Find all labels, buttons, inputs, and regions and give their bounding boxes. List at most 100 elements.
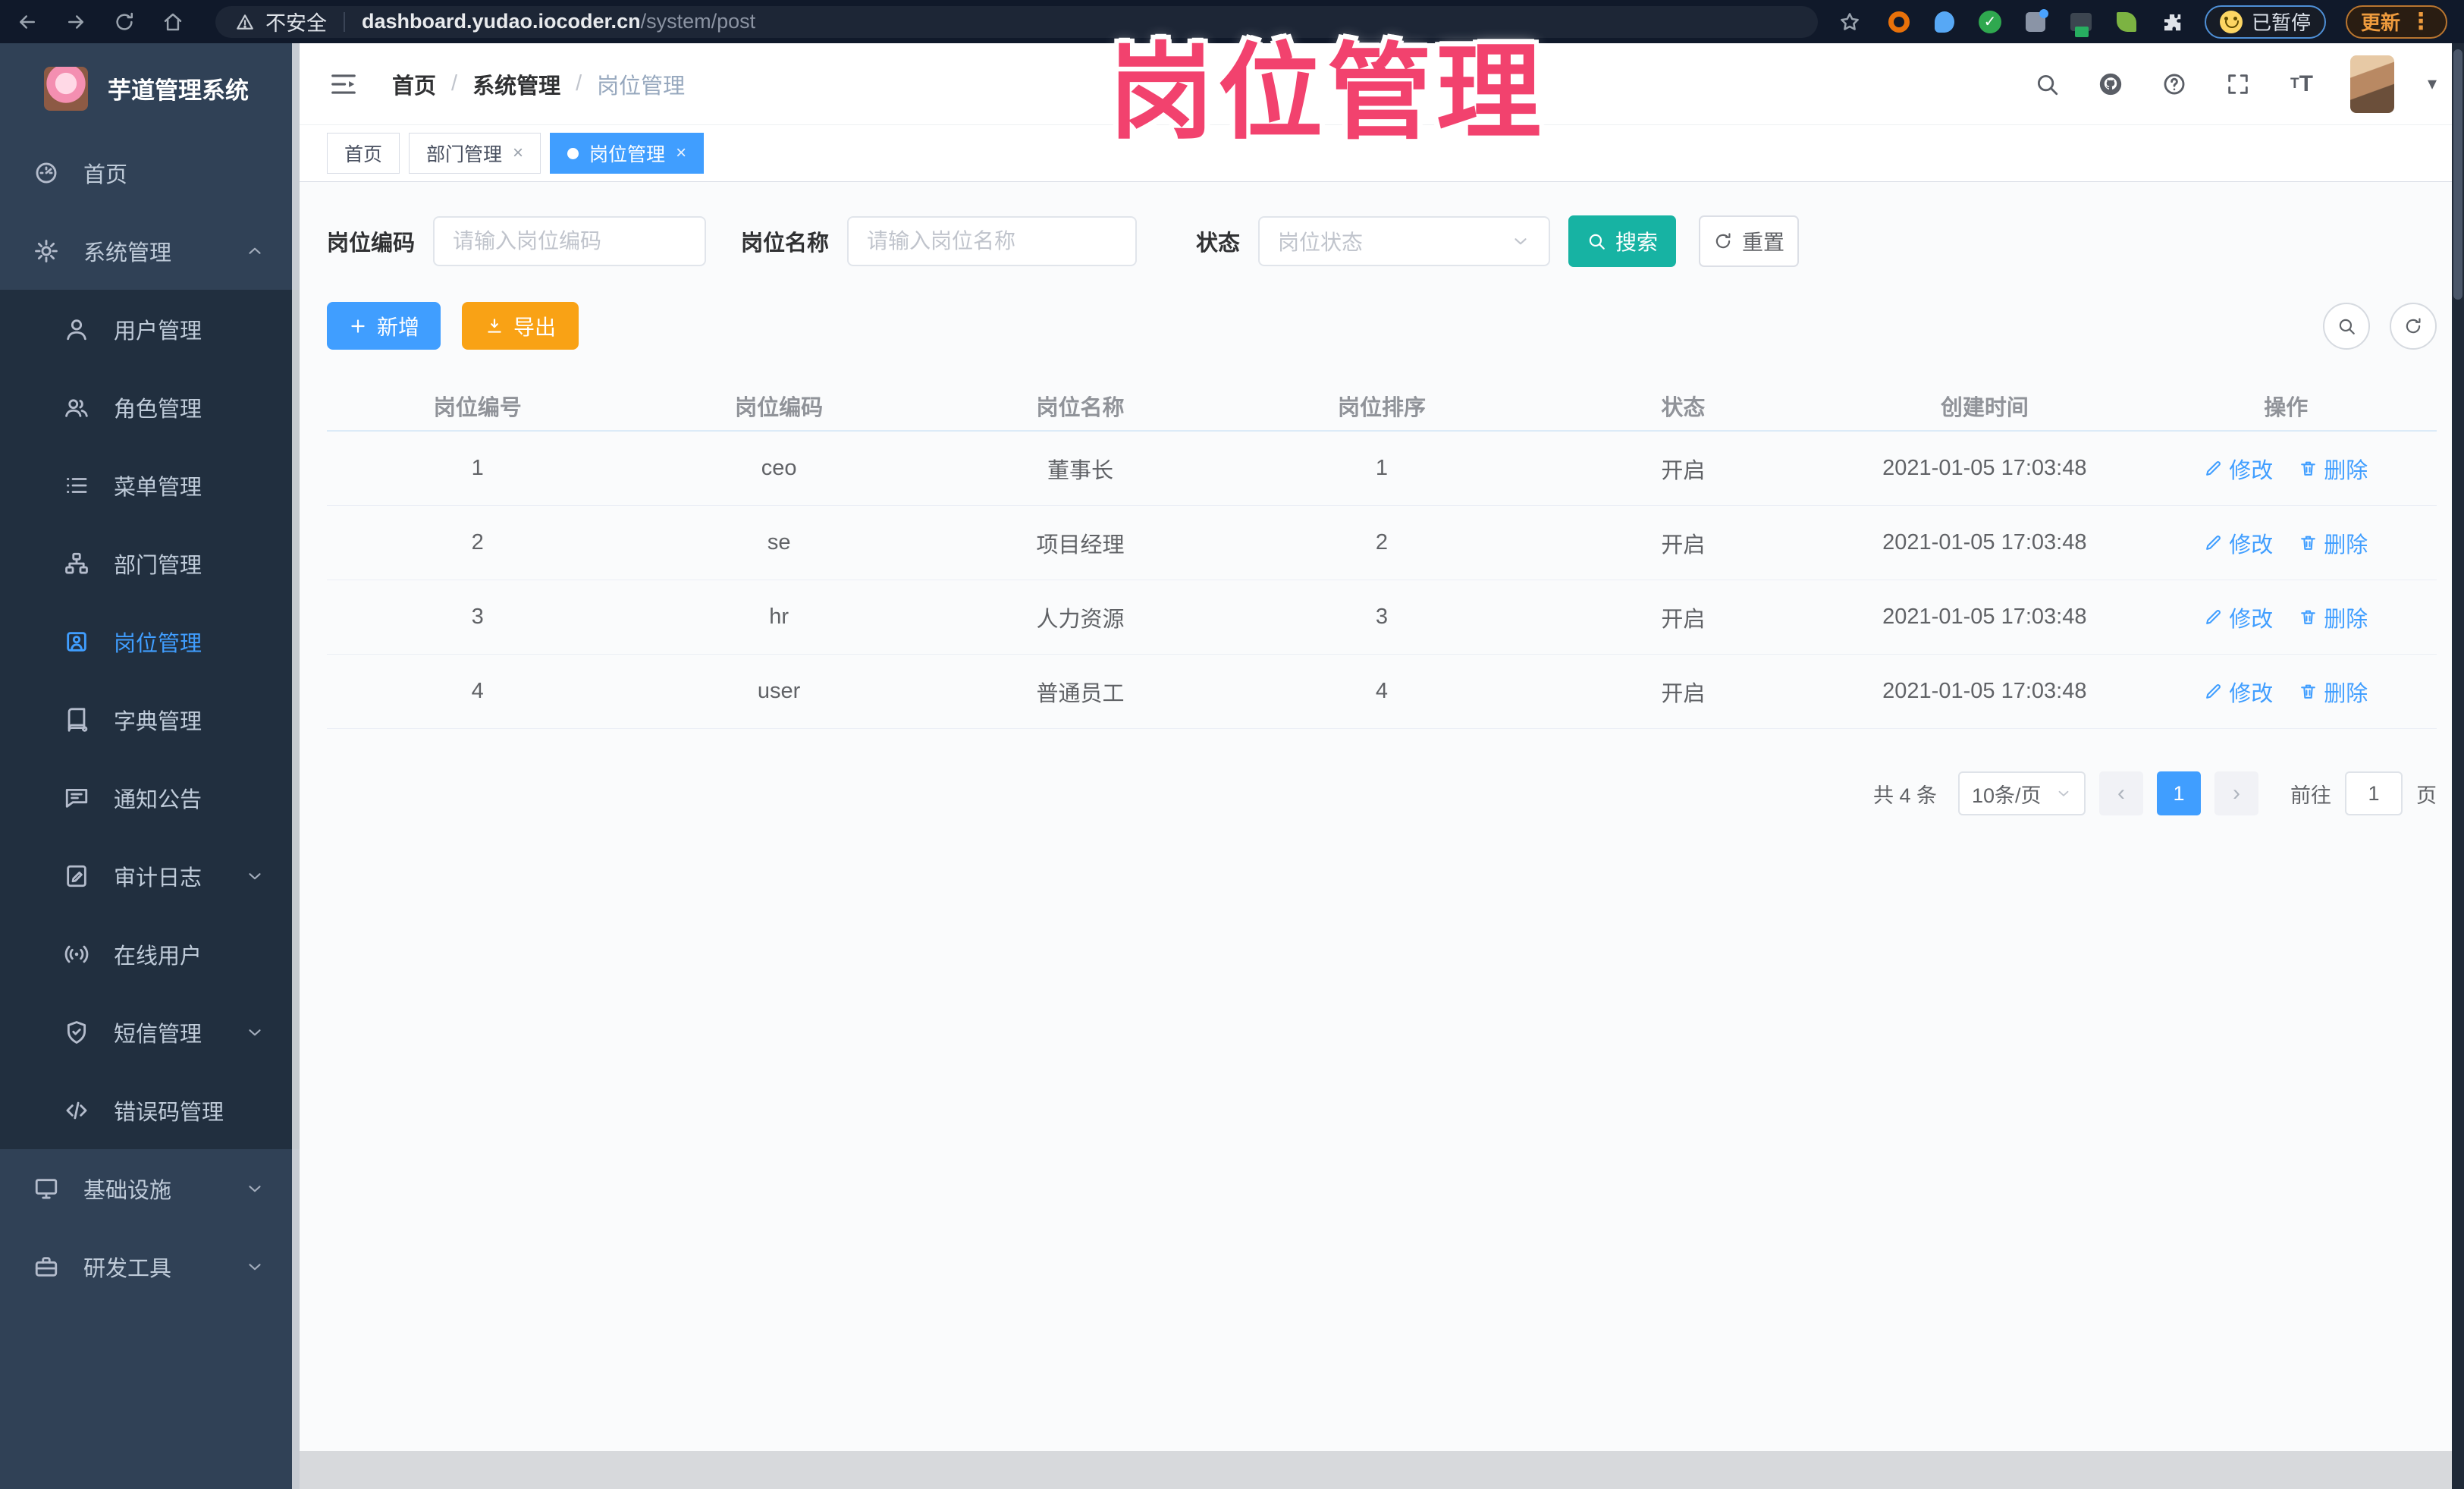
table-row: 4 user 普通员工 4 开启 2021-01-05 17:03:48 修改 删除 [327,655,2437,729]
watermark-title: 岗位管理 [1109,35,1546,152]
cell-created: 2021-01-05 17:03:48 [1882,456,2087,480]
paused-badge[interactable]: 已暂停 [2204,5,2326,39]
cell-created: 2021-01-05 17:03:48 [1882,530,2087,554]
edit-link[interactable]: 修改 [2204,602,2273,633]
sidebar-item-devtools[interactable]: 研发工具 [0,1227,300,1305]
edit-icon [2204,682,2223,701]
post-code-input[interactable] [433,216,707,266]
fullscreen-icon[interactable] [2223,69,2253,99]
table-row: 1 ceo 董事长 1 开启 2021-01-05 17:03:48 修改 删除 [327,432,2437,506]
back-icon[interactable] [11,5,44,39]
window-scrollbar[interactable] [2452,43,2464,1489]
cell-sort: 4 [1375,679,1389,703]
download-icon [485,316,504,336]
table-row: 3 hr 人力资源 3 开启 2021-01-05 17:03:48 修改 删除 [327,580,2437,655]
sidebar-item-dict[interactable]: 字典管理 [0,680,300,759]
github-icon[interactable] [2095,69,2126,99]
extension-green-check-icon[interactable]: ✓ [1977,9,2003,35]
extension-leaf-icon[interactable] [2114,9,2139,35]
toggle-search-button[interactable] [2323,302,2370,350]
tab-home[interactable]: 首页 [327,133,400,174]
user-avatar[interactable] [2349,55,2394,113]
delete-link[interactable]: 删除 [2299,527,2368,559]
browser-menu-icon[interactable]: ⋮ [2409,8,2432,35]
sidebar-item-infra[interactable]: 基础设施 [0,1149,300,1227]
tab-dept[interactable]: 部门管理 × [409,133,541,174]
sidebar-item-user[interactable]: 用户管理 [0,290,300,368]
pagination: 共 4 条 10条/页 ‹ 1 › 前往 页 [327,771,2437,815]
page-size-select[interactable]: 10条/页 [1958,771,2086,815]
next-page-button[interactable]: › [2214,771,2258,815]
column-header: 状态 [1661,396,1706,420]
online-signal-icon [62,940,91,969]
table-row: 2 se 项目经理 2 开启 2021-01-05 17:03:48 修改 删除 [327,506,2437,580]
extension-dark-badge-icon[interactable] [2068,9,2094,37]
tab-close-icon[interactable]: × [676,143,686,164]
reload-icon[interactable] [108,5,141,39]
add-button[interactable]: 新增 [327,302,441,350]
refresh-table-button[interactable] [2390,302,2437,350]
chevron-down-icon [245,866,265,886]
cell-name: 项目经理 [1036,532,1125,558]
tab-close-icon[interactable]: × [513,143,523,164]
extension-blue-drop-icon[interactable] [1932,9,1957,35]
delete-link[interactable]: 删除 [2299,676,2368,708]
cell-actions: 修改 删除 [2136,655,2437,728]
bookmark-star-icon[interactable] [1833,5,1866,39]
sidebar-item-role[interactable]: 角色管理 [0,368,300,446]
tab-post[interactable]: 岗位管理 × [550,133,705,174]
post-name-input[interactable] [847,216,1138,266]
page-number-button[interactable]: 1 [2157,771,2201,815]
scrollbar-thumb[interactable] [2453,49,2462,300]
sidebar-item-system[interactable]: 系统管理 [0,212,300,290]
caret-down-icon[interactable]: ▾ [2428,73,2437,95]
sidebar-item-menu[interactable]: 菜单管理 [0,446,300,524]
update-button[interactable]: 更新 ⋮ [2345,5,2447,39]
edit-link[interactable]: 修改 [2204,527,2273,559]
status-label: 状态 [1196,231,1241,256]
sidebar-item-home[interactable]: 首页 [0,134,300,212]
plus-icon [348,316,368,336]
prev-page-button[interactable]: ‹ [2099,771,2143,815]
hamburger-icon[interactable] [327,68,360,101]
cell-id: 2 [471,530,484,554]
sidebar-item-post[interactable]: 岗位管理 [0,602,300,680]
breadcrumb-item-current: 岗位管理 [597,74,686,99]
cell-id: 1 [471,456,484,480]
reset-button[interactable]: 重置 [1699,215,1800,267]
search-button[interactable]: 搜索 [1568,215,1677,267]
home-icon[interactable] [156,5,190,39]
tab-label: 首页 [344,144,383,165]
breadcrumb-item[interactable]: 系统管理 [472,68,560,100]
emoji-face-icon [2219,10,2243,33]
export-button[interactable]: 导出 [462,302,579,350]
address-bar[interactable]: 不安全 dashboard.yudao.iocoder.cn /system/p… [215,5,1818,38]
extensions-puzzle-icon[interactable] [2159,9,2185,35]
extension-gray-icon[interactable] [2023,8,2048,35]
delete-link[interactable]: 删除 [2299,453,2368,485]
help-icon[interactable] [2159,69,2189,99]
edit-link[interactable]: 修改 [2204,453,2273,485]
font-size-icon[interactable]: TT [2287,69,2317,99]
goto-page-input[interactable] [2345,771,2403,815]
breadcrumb-item[interactable]: 首页 [392,68,436,100]
sidebar-item-online[interactable]: 在线用户 [0,915,300,993]
refresh-icon [1713,231,1733,251]
sidebar-item-errcode[interactable]: 错误码管理 [0,1071,300,1149]
url-separator [344,11,345,32]
forward-icon[interactable] [59,5,93,39]
status-select[interactable]: 岗位状态 [1258,216,1551,266]
delete-link[interactable]: 删除 [2299,602,2368,633]
sidebar-item-label: 菜单管理 [114,475,202,500]
sidebar-item-label: 在线用户 [114,944,202,969]
sidebar-item-notice[interactable]: 通知公告 [0,759,300,837]
search-icon[interactable] [2032,69,2062,99]
cell-code: se [767,530,791,554]
edit-link[interactable]: 修改 [2204,676,2273,708]
sidebar-item-dept[interactable]: 部门管理 [0,524,300,602]
security-label[interactable]: 不安全 [265,7,327,36]
sidebar-item-audit[interactable]: 审计日志 [0,837,300,915]
extension-orange-icon[interactable] [1886,9,1912,35]
sidebar-item-sms[interactable]: 短信管理 [0,993,300,1071]
app-logo[interactable]: 芋道管理系统 [0,43,300,134]
